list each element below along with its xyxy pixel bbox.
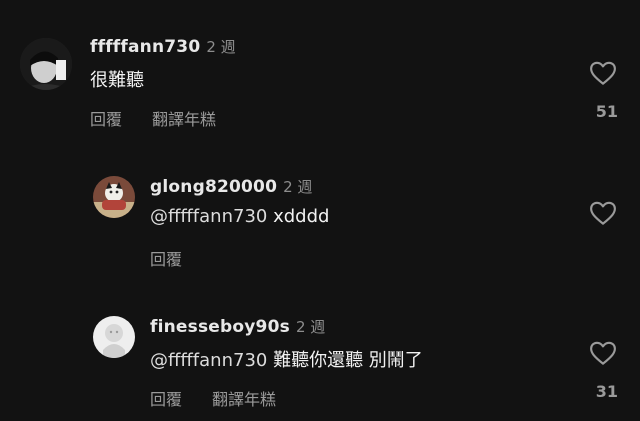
user-photo-icon xyxy=(93,176,135,218)
mention-link[interactable]: @fffffann730 xyxy=(150,350,267,371)
timestamp: 2 週 xyxy=(295,318,326,336)
reply-button[interactable]: 回覆 xyxy=(150,246,182,270)
comment-text: @fffffann730 xdddd xyxy=(150,206,329,227)
heart-outline-icon xyxy=(590,341,616,365)
mention-link[interactable]: @fffffann730 xyxy=(150,206,267,227)
user-photo-icon xyxy=(93,316,135,358)
reply-item: finesseboy90s 2 週 @fffffann730 難聽你還聽 別鬧了… xyxy=(0,0,640,409)
comment-body: xdddd xyxy=(273,206,330,227)
username[interactable]: glong820000 xyxy=(150,177,277,197)
like-button[interactable] xyxy=(588,338,618,368)
like-button[interactable] xyxy=(588,198,618,228)
translate-button[interactable]: 翻譯年糕 xyxy=(212,386,276,410)
heart-outline-icon xyxy=(590,201,616,225)
comment-text: @fffffann730 難聽你還聽 別鬧了 xyxy=(150,346,423,372)
timestamp: 2 週 xyxy=(283,178,313,196)
avatar[interactable] xyxy=(93,176,135,218)
reply-button[interactable]: 回覆 xyxy=(150,386,182,410)
like-count: 31 xyxy=(595,382,618,401)
comment-body: 難聽你還聽 別鬧了 xyxy=(273,350,423,371)
avatar[interactable] xyxy=(93,316,135,358)
username[interactable]: finesseboy90s xyxy=(150,317,290,337)
